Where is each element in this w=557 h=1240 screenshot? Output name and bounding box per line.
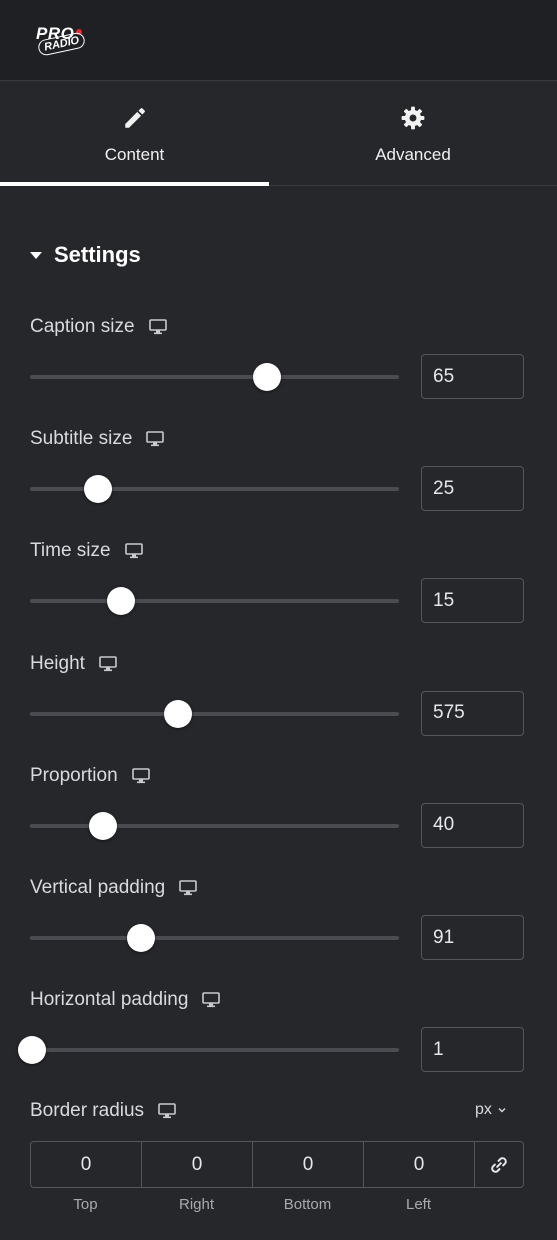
desktop-responsive-icon[interactable] <box>158 1103 176 1119</box>
control-label: Time size <box>30 540 111 562</box>
slider-track[interactable] <box>30 936 399 940</box>
border-radius-bottom-input[interactable]: 0 <box>253 1142 364 1187</box>
control-label-row: Proportion <box>30 762 150 790</box>
number-input[interactable]: 15 <box>421 578 524 624</box>
unit-value: px <box>475 1101 492 1118</box>
gear-icon <box>401 106 425 130</box>
control-vertical-padding: Vertical padding 91 <box>0 874 557 986</box>
desktop-responsive-icon[interactable] <box>148 319 167 335</box>
control-time-size: Time size 15 <box>0 537 557 649</box>
border-radius-right-input[interactable]: 0 <box>142 1142 253 1187</box>
side-label-top: Top <box>73 1196 98 1213</box>
pro-radio-logo[interactable]: PRO RADIO <box>34 24 98 72</box>
number-input[interactable]: 40 <box>421 802 524 848</box>
number-input[interactable]: 91 <box>421 915 524 960</box>
control-subtitle-size: Subtitle size 25 <box>0 425 557 537</box>
control-horizontal-padding: Horizontal padding 1 <box>0 986 557 1098</box>
side-label-bottom: Bottom <box>283 1196 332 1213</box>
slider-handle[interactable] <box>163 699 192 728</box>
tab-content-label: Content <box>104 145 165 164</box>
slider-handle[interactable] <box>89 811 118 840</box>
desktop-responsive-icon[interactable] <box>124 543 143 559</box>
slider-track[interactable] <box>30 599 399 604</box>
control-label-row: Subtitle size <box>30 425 165 453</box>
border-radius-top-input[interactable]: 0 <box>31 1142 142 1187</box>
control-proportion: Proportion 40 <box>0 762 557 874</box>
number-input[interactable]: 65 <box>421 354 524 399</box>
control-label: Proportion <box>30 764 118 786</box>
settings-section-toggle[interactable]: Settings <box>30 240 141 270</box>
number-input[interactable]: 1 <box>421 1027 524 1073</box>
control-label: Caption size <box>30 316 135 337</box>
control-label: Vertical padding <box>30 877 166 898</box>
desktop-responsive-icon[interactable] <box>146 431 165 447</box>
desktop-responsive-icon[interactable] <box>179 880 198 896</box>
control-label: Height <box>30 652 85 674</box>
control-caption-size: Caption size 65 <box>0 313 557 425</box>
border-radius-side-labels: Top Right Bottom Left <box>30 1196 474 1213</box>
control-label: Subtitle size <box>30 428 133 450</box>
slider-track[interactable] <box>30 1048 399 1053</box>
pencil-icon <box>124 107 145 128</box>
top-bar: PRO RADIO <box>0 0 557 81</box>
control-label-row: Height <box>30 650 117 678</box>
desktop-responsive-icon[interactable] <box>99 655 117 672</box>
control-label-row: Horizontal padding <box>30 986 221 1014</box>
slider-handle[interactable] <box>253 363 282 391</box>
unit-selector[interactable]: px <box>475 1101 506 1119</box>
side-label-right: Right <box>178 1196 215 1213</box>
border-radius-label: Border radius <box>30 1100 145 1121</box>
control-height: Height 575 <box>0 650 557 762</box>
caret-down-icon <box>30 251 42 259</box>
border-radius-label-row: Border radius <box>30 1097 176 1125</box>
slider-handle[interactable] <box>17 1036 46 1065</box>
active-tab-indicator <box>0 182 269 186</box>
desktop-responsive-icon[interactable] <box>202 992 221 1008</box>
tab-content[interactable]: Content <box>0 81 269 186</box>
section-title: Settings <box>54 242 141 267</box>
chevron-down-icon <box>498 1108 506 1113</box>
desktop-responsive-icon[interactable] <box>131 767 150 784</box>
control-label-row: Time size <box>30 537 143 565</box>
number-input[interactable]: 575 <box>421 690 524 736</box>
link-icon <box>491 1156 507 1173</box>
control-label-row: Caption size <box>30 313 167 341</box>
link-values-button[interactable] <box>475 1142 523 1187</box>
panel-tabs: Content Advanced <box>0 81 557 186</box>
slider-handle[interactable] <box>127 924 156 952</box>
slider-track[interactable] <box>30 823 399 828</box>
slider-track[interactable] <box>30 711 399 716</box>
control-label: Horizontal padding <box>30 989 189 1011</box>
tab-advanced-label: Advanced <box>375 145 451 164</box>
number-input[interactable]: 25 <box>421 466 524 512</box>
border-radius-inputs: 0 0 0 0 <box>30 1141 524 1188</box>
slider-track[interactable] <box>30 375 399 379</box>
slider-handle[interactable] <box>83 475 112 504</box>
slider-handle[interactable] <box>107 587 136 616</box>
border-radius-left-input[interactable]: 0 <box>364 1142 475 1187</box>
side-label-left: Left <box>405 1196 432 1213</box>
control-label-row: Vertical padding <box>30 874 198 902</box>
tab-advanced[interactable]: Advanced <box>269 81 557 185</box>
